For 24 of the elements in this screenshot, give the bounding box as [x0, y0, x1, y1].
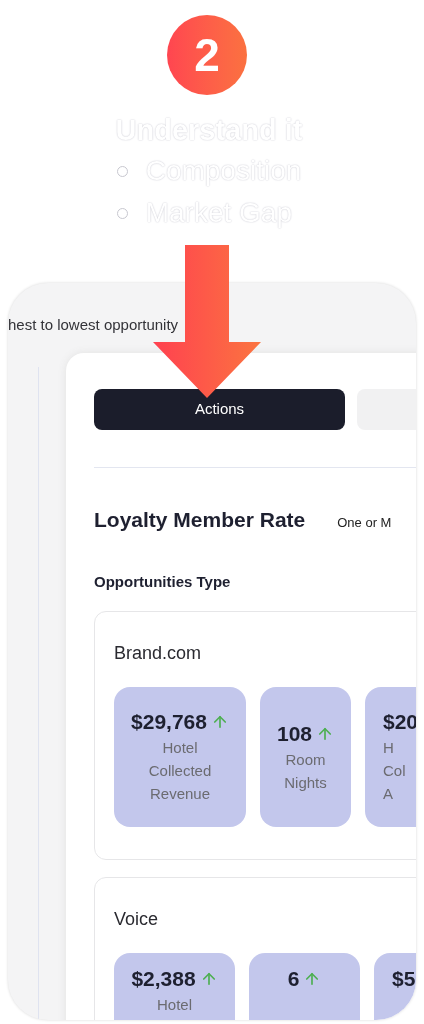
metric-label: Hotel — [157, 994, 192, 1015]
metric-label: H — [383, 738, 394, 758]
metric-label: Revenue — [149, 784, 210, 804]
metric-value: 108 — [276, 720, 312, 747]
metric-label: Col — [383, 761, 406, 781]
metric-value: $29,768 — [131, 709, 207, 735]
metric-label: Room — [285, 749, 326, 770]
section-title: Opportunities Type — [94, 572, 231, 590]
metric-value: $2,388 — [131, 965, 196, 992]
metric-label: Nights — [284, 772, 327, 793]
metric-title: Loyalty Member Rate — [94, 507, 306, 533]
metric-note: One or M — [337, 514, 392, 532]
bullet-icon — [116, 165, 128, 177]
step-badge: 2 — [167, 15, 247, 95]
tab-button[interactable]: Actions — [94, 389, 345, 430]
metric-label: Hotel — [162, 738, 198, 758]
opportunity-name: Voice — [114, 908, 159, 929]
bullet-icon — [116, 207, 128, 219]
metric-value: 6 — [287, 965, 300, 992]
metric-label: Collected — [148, 761, 212, 781]
caption-text: hest to lowest opportunity — [8, 316, 179, 333]
opportunity-name: Brand.com — [114, 642, 202, 663]
metric-value: $5 — [392, 965, 416, 992]
metric-label: A — [383, 784, 393, 804]
